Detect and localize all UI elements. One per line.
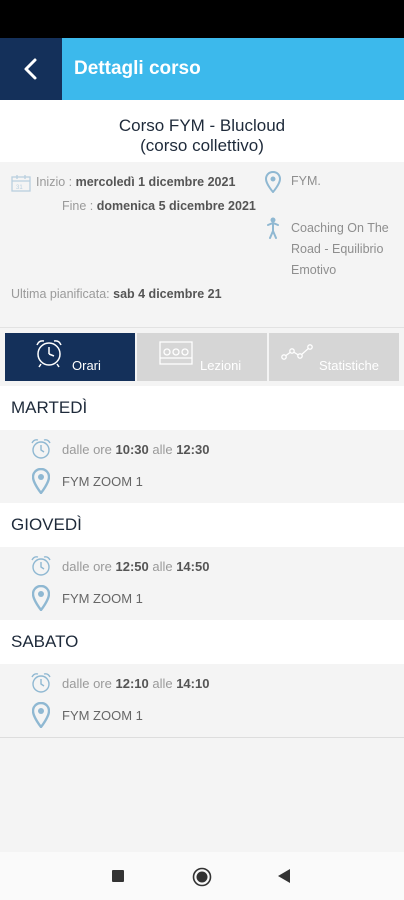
tab-orari-label: Orari: [72, 358, 101, 373]
alarm-clock-icon: [31, 439, 51, 459]
tab-statistiche[interactable]: Statistiche: [269, 333, 399, 381]
status-bar: [0, 0, 404, 38]
course-title: Corso FYM - Blucloud (corso collettivo): [0, 100, 404, 162]
room-name: FYM ZOOM 1: [62, 708, 143, 723]
system-nav-bar: [0, 852, 404, 900]
app-header: Dettagli corso: [0, 38, 404, 100]
schedule-slot[interactable]: dalle ore 12:50 alle 14:50 FYM ZOOM 1: [0, 547, 404, 621]
svg-text:31: 31: [16, 185, 23, 191]
end-value: domenica 5 dicembre 2021: [96, 199, 256, 213]
last-planned-label: Ultima pianificata:: [11, 287, 114, 301]
recents-button[interactable]: [112, 870, 124, 882]
time-to-label: alle: [148, 676, 177, 691]
time-range: dalle ore 12:10 alle 14:10: [62, 676, 209, 691]
time-to-label: alle: [148, 559, 177, 574]
time-to-label: alle: [148, 442, 177, 457]
end-label: Fine :: [62, 199, 97, 213]
chevron-left-icon: [24, 58, 37, 80]
calendar-icon: 31: [11, 175, 31, 192]
start-label: Inizio :: [36, 175, 76, 189]
time-range: dalle ore 12:50 alle 14:50: [62, 559, 209, 574]
schedule-slot[interactable]: dalle ore 10:30 alle 12:30 FYM ZOOM 1: [0, 430, 404, 504]
start-date: Inizio : mercoledì 1 dicembre 2021: [36, 175, 235, 189]
time-from-label: dalle ore: [62, 559, 116, 574]
course-info: 31 Inizio : mercoledì 1 dicembre 2021 Fi…: [0, 162, 404, 328]
start-value: mercoledì 1 dicembre 2021: [75, 175, 236, 189]
time-from-label: dalle ore: [62, 442, 116, 457]
coach-icon: [267, 217, 279, 239]
location-pin-icon: [32, 468, 50, 494]
room-name: FYM ZOOM 1: [62, 591, 143, 606]
time-to: 14:10: [176, 676, 210, 691]
last-planned-value: sab 4 dicembre 21: [113, 287, 222, 301]
tab-statistiche-label: Statistiche: [319, 358, 379, 373]
back-button[interactable]: [0, 38, 62, 100]
back-nav-button[interactable]: [278, 869, 291, 883]
end-date: Fine : domenica 5 dicembre 2021: [62, 199, 256, 213]
last-planned: Ultima pianificata: sab 4 dicembre 21: [11, 287, 222, 301]
alarm-clock-icon: [31, 673, 51, 693]
day-header: GIOVEDÌ: [0, 503, 404, 547]
alarm-clock-icon: [31, 556, 51, 576]
day-header: SABATO: [0, 620, 404, 664]
time-to: 12:30: [176, 442, 210, 457]
room-name: FYM ZOOM 1: [62, 474, 143, 489]
alarm-clock-icon: [36, 340, 62, 368]
tab-orari[interactable]: Orari: [5, 333, 135, 381]
location-pin-icon: [265, 171, 281, 193]
course-title-line2: (corso collettivo): [140, 136, 264, 155]
stats-icon: [281, 344, 313, 360]
location-text: FYM.: [291, 174, 321, 188]
time-from: 12:50: [115, 559, 149, 574]
tab-bar: Orari Lezioni Statistiche: [5, 333, 399, 381]
time-range: dalle ore 10:30 alle 12:30: [62, 442, 209, 457]
time-to: 14:50: [176, 559, 210, 574]
home-button[interactable]: [192, 867, 212, 887]
tab-lezioni[interactable]: Lezioni: [137, 333, 267, 381]
lessons-icon: [159, 341, 193, 365]
location-pin-icon: [32, 702, 50, 728]
time-from: 12:10: [115, 676, 149, 691]
day-header: MARTEDÌ: [0, 386, 404, 430]
time-from-label: dalle ore: [62, 676, 116, 691]
location-pin-icon: [32, 585, 50, 611]
coach-text: Coaching On The Road - Equilibrio Emotiv…: [291, 221, 389, 277]
tab-lezioni-label: Lezioni: [200, 358, 242, 373]
schedule-slot[interactable]: dalle ore 12:10 alle 14:10 FYM ZOOM 1: [0, 664, 404, 738]
page-title: Dettagli corso: [74, 58, 201, 79]
time-from: 10:30: [115, 442, 149, 457]
course-title-line1: Corso FYM - Blucloud: [118, 116, 286, 135]
